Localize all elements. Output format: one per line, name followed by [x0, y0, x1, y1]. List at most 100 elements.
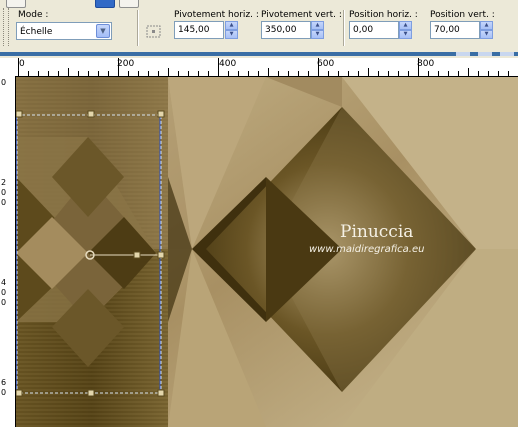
ruler-tick — [288, 71, 289, 76]
pivot-horizontal-spinner[interactable]: ▲ ▼ — [225, 21, 238, 39]
ruler-label: 0 — [1, 298, 7, 307]
ruler-tick — [468, 68, 469, 76]
position-vertical-input[interactable]: 70,00 — [430, 21, 480, 39]
vertical-ruler: 0 2 0 0 4 0 0 6 0 — [0, 76, 16, 427]
ruler-tick — [128, 71, 129, 76]
ruler-tick — [438, 71, 439, 76]
ruler-tick — [148, 71, 149, 76]
window-title-strip — [0, 52, 518, 56]
palette-button-active[interactable] — [95, 0, 115, 8]
ruler-label: 600 — [317, 59, 335, 69]
ruler-tick — [248, 71, 249, 76]
dropdown-arrow-icon[interactable]: ▼ — [96, 24, 110, 38]
ruler-tick — [28, 71, 29, 76]
position-horizontal-label: Position horiz. : — [349, 10, 418, 20]
ruler-tick — [448, 71, 449, 76]
ruler-label: 4 — [1, 278, 7, 287]
ruler-tick — [368, 68, 369, 76]
spin-up-icon[interactable]: ▲ — [480, 21, 493, 30]
ruler-tick — [408, 71, 409, 76]
horizontal-ruler: 0 200 400 600 800 — [15, 58, 518, 77]
ruler-tick — [488, 71, 489, 76]
pivot-vertical-spinner[interactable]: ▲ ▼ — [311, 21, 324, 39]
ruler-tick — [178, 71, 179, 76]
spin-down-icon[interactable]: ▼ — [399, 30, 412, 39]
pick-tool-icon[interactable] — [144, 22, 164, 42]
ruler-tick — [258, 71, 259, 76]
spin-up-icon[interactable]: ▲ — [225, 21, 238, 30]
ruler-label: 0 — [1, 78, 7, 87]
ruler-tick — [158, 71, 159, 76]
pivot-horizontal-label: Pivotement horiz. : — [174, 10, 259, 20]
window-button[interactable] — [456, 52, 470, 56]
tool-options-palette: Mode : Échelle ▼ Pivotement horiz. : 145… — [0, 0, 518, 53]
ruler-label: 0 — [1, 198, 7, 207]
spin-down-icon[interactable]: ▼ — [225, 30, 238, 39]
deform-frame[interactable] — [16, 77, 518, 427]
ruler-tick — [278, 71, 279, 76]
ruler-tick — [198, 71, 199, 76]
ruler-tick — [48, 71, 49, 76]
ruler-label: 2 — [1, 178, 7, 187]
spin-down-icon[interactable]: ▼ — [311, 30, 324, 39]
ruler-tick — [188, 71, 189, 76]
pivot-vertical-input[interactable]: 350,00 — [261, 21, 311, 39]
ruler-tick — [478, 71, 479, 76]
ruler-tick — [388, 71, 389, 76]
separator — [343, 10, 345, 46]
ruler-tick — [38, 71, 39, 76]
ruler-tick — [348, 71, 349, 76]
position-vertical-spinner[interactable]: ▲ ▼ — [480, 21, 493, 39]
ruler-tick — [428, 71, 429, 76]
ruler-tick — [508, 71, 509, 76]
ruler-tick — [108, 71, 109, 76]
ruler-tick — [268, 68, 269, 76]
spin-up-icon[interactable]: ▲ — [311, 21, 324, 30]
ruler-tick — [358, 71, 359, 76]
pivot-vertical-label: Pivotement vert. : — [261, 10, 342, 20]
ruler-label: 400 — [219, 59, 237, 69]
ruler-tick — [168, 68, 169, 76]
ruler-tick — [498, 71, 499, 76]
watermark-url: www.maidiregrafica.eu — [309, 244, 425, 255]
position-horizontal-spinner[interactable]: ▲ ▼ — [399, 21, 412, 39]
mode-value: Échelle — [20, 27, 53, 37]
ruler-tick — [228, 71, 229, 76]
toolbar-grip[interactable] — [3, 8, 9, 46]
mode-select[interactable]: Échelle ▼ — [16, 22, 112, 40]
ruler-tick — [58, 71, 59, 76]
palette-button[interactable] — [119, 0, 139, 8]
ruler-tick — [78, 71, 79, 76]
ruler-tick — [378, 71, 379, 76]
position-horizontal-input[interactable]: 0,00 — [349, 21, 399, 39]
ruler-tick — [398, 71, 399, 76]
palette-button[interactable] — [6, 0, 26, 8]
ruler-tick — [208, 71, 209, 76]
toolbar-top-strip — [0, 0, 518, 8]
pivot-horizontal-input[interactable]: 145,00 — [174, 21, 224, 39]
ruler-tick — [68, 68, 69, 76]
spin-down-icon[interactable]: ▼ — [480, 30, 493, 39]
ruler-label: 200 — [117, 59, 135, 69]
ruler-label: 800 — [417, 59, 435, 69]
ruler-tick — [18, 58, 19, 76]
image-canvas[interactable] — [16, 77, 518, 427]
ruler-corner — [0, 58, 15, 76]
ruler-label: 0 — [1, 388, 7, 397]
window-button[interactable] — [478, 52, 492, 56]
ruler-tick — [318, 58, 319, 76]
ruler-tick — [88, 71, 89, 76]
ruler-tick — [98, 71, 99, 76]
ruler-tick — [328, 71, 329, 76]
ruler-tick — [338, 71, 339, 76]
spin-up-icon[interactable]: ▲ — [399, 21, 412, 30]
ruler-tick — [298, 71, 299, 76]
separator — [137, 10, 139, 46]
ruler-tick — [458, 71, 459, 76]
watermark-name: Pinuccia — [340, 222, 414, 242]
position-vertical-label: Position vert. : — [430, 10, 495, 20]
window-button[interactable] — [500, 52, 514, 56]
ruler-tick — [118, 58, 119, 76]
ruler-tick — [138, 71, 139, 76]
ruler-tick — [218, 58, 219, 76]
